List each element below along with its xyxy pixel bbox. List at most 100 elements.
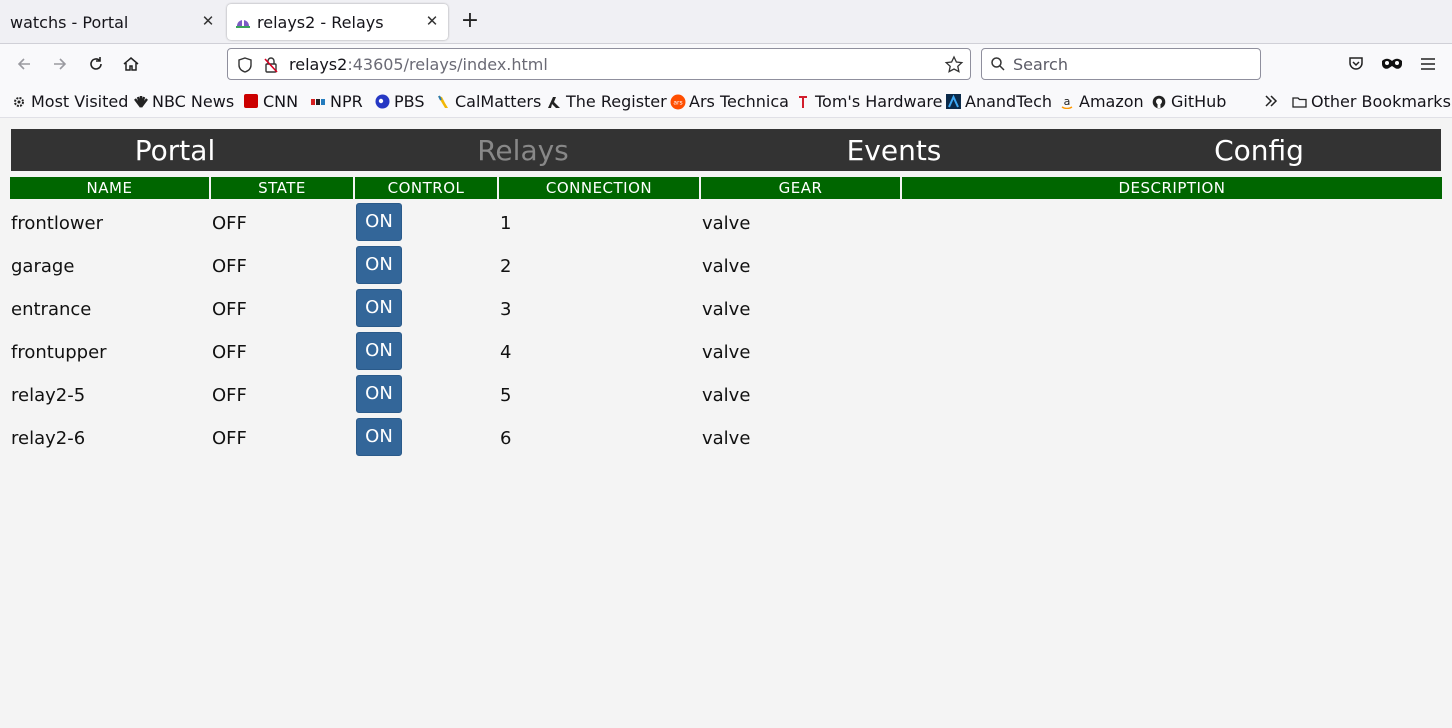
tab-strip: watchs - Portal ✕ relays2 - Relays ✕ + [0, 0, 1452, 44]
bookmark-most-visited[interactable]: Most Visited [12, 91, 129, 111]
bookmark-the-register[interactable]: The Register [547, 91, 667, 111]
relay-connection: 4 [500, 342, 512, 363]
bookmarks-overflow-chevron-icon[interactable] [1263, 92, 1279, 110]
pbs-icon [375, 94, 390, 109]
github-icon [1152, 94, 1166, 109]
table-row: relay2-6 OFF ON 6 valve [0, 417, 1452, 460]
relay-on-button[interactable]: ON [356, 418, 402, 456]
column-header-state: STATE [211, 177, 353, 199]
tab-watchs-portal[interactable]: watchs - Portal ✕ [0, 4, 224, 40]
bookmark-toms-hardware[interactable]: Tom's Hardware [796, 91, 943, 111]
relay-gear: valve [702, 299, 751, 320]
relay-name: relay2-5 [11, 385, 86, 406]
npr-icon [311, 94, 325, 108]
bookmark-label: Ars Technica [689, 91, 789, 111]
forward-icon[interactable] [48, 52, 72, 76]
relay-on-button[interactable]: ON [356, 289, 402, 327]
table-row: frontupper OFF ON 4 valve [0, 331, 1452, 374]
relay-gear: valve [702, 385, 751, 406]
column-header-gear: GEAR [701, 177, 900, 199]
gear-icon [12, 94, 26, 108]
table-row: frontlower OFF ON 1 valve [0, 202, 1452, 245]
bookmark-nbc-news[interactable]: NBC News [133, 91, 235, 111]
bookmark-label: CNN [263, 91, 299, 111]
nav-link-portal[interactable]: Portal [135, 134, 215, 167]
relay-state: OFF [212, 213, 247, 234]
bookmark-ars-technica[interactable]: ars Ars Technica [670, 91, 789, 111]
search-placeholder: Search [1013, 55, 1068, 74]
search-bar[interactable]: Search [981, 48, 1261, 80]
table-row: garage OFF ON 2 valve [0, 245, 1452, 288]
register-icon [547, 94, 561, 108]
column-header-description: DESCRIPTION [902, 177, 1442, 199]
tab-title: watchs - Portal [10, 12, 129, 32]
bookmark-label: Amazon [1079, 91, 1144, 111]
back-icon[interactable] [12, 52, 36, 76]
calmatters-icon [436, 94, 450, 108]
bookmark-label: The Register [566, 91, 667, 111]
url-bar[interactable]: relays2:43605/relays/index.html [227, 48, 971, 80]
svg-text:ars: ars [673, 100, 682, 107]
close-tab-icon[interactable]: ✕ [200, 13, 216, 29]
relay-on-button[interactable]: ON [356, 375, 402, 413]
url-host: relays2 [289, 55, 348, 74]
column-header-name: NAME [10, 177, 209, 199]
toms-icon [796, 94, 810, 108]
bookmark-label: PBS [394, 91, 425, 111]
reload-icon[interactable] [84, 52, 108, 76]
relay-favicon-icon [236, 19, 250, 28]
menu-hamburger-icon[interactable] [1416, 52, 1440, 76]
bookmark-label: Tom's Hardware [815, 91, 943, 111]
relay-state: OFF [212, 428, 247, 449]
bookmark-star-icon[interactable] [944, 55, 964, 75]
tab-relays2[interactable]: relays2 - Relays ✕ [227, 4, 448, 40]
nbc-peacock-icon [133, 94, 148, 108]
bookmark-pbs[interactable]: PBS [375, 91, 425, 111]
bookmarks-toolbar: Most Visited NBC News CNN NPR PBS CalMat… [0, 84, 1452, 118]
bookmark-amazon[interactable]: a Amazon [1060, 91, 1144, 111]
search-icon [991, 57, 1005, 71]
bookmark-label: Most Visited [31, 91, 129, 111]
shield-icon[interactable] [236, 56, 254, 74]
nav-link-events[interactable]: Events [847, 134, 942, 167]
bookmark-calmatters[interactable]: CalMatters [436, 92, 541, 111]
bookmark-npr[interactable]: NPR [311, 91, 363, 111]
relay-gear: valve [702, 213, 751, 234]
bookmark-anandtech[interactable]: AnandTech [946, 91, 1053, 111]
column-header-connection: CONNECTION [499, 177, 699, 199]
url-text[interactable]: relays2:43605/relays/index.html [289, 55, 548, 74]
bookmark-github[interactable]: GitHub [1152, 92, 1226, 111]
new-tab-button[interactable]: + [458, 10, 482, 34]
bookmark-label: NBC News [152, 91, 235, 111]
relay-on-button[interactable]: ON [356, 332, 402, 370]
relay-name: frontupper [11, 342, 107, 363]
svg-text:a: a [1064, 95, 1071, 108]
insecure-lock-icon[interactable] [262, 56, 280, 74]
folder-icon [1292, 94, 1307, 108]
ars-icon: ars [670, 94, 686, 110]
site-nav: Portal Relays Events Config [11, 129, 1441, 171]
relay-on-button[interactable]: ON [356, 246, 402, 284]
pocket-icon[interactable] [1344, 52, 1368, 76]
other-bookmarks-label: Other Bookmarks [1311, 91, 1451, 111]
relay-state: OFF [212, 342, 247, 363]
relay-state: OFF [212, 299, 247, 320]
nav-link-config[interactable]: Config [1214, 134, 1304, 167]
relay-state: OFF [212, 385, 247, 406]
relay-gear: valve [702, 256, 751, 277]
home-icon[interactable] [119, 52, 143, 76]
relay-gear: valve [702, 428, 751, 449]
close-tab-icon[interactable]: ✕ [424, 13, 440, 29]
bookmark-label: NPR [330, 91, 363, 111]
private-mask-icon[interactable] [1380, 52, 1404, 76]
relay-on-button[interactable]: ON [356, 203, 402, 241]
bookmark-cnn[interactable]: CNN [244, 91, 299, 111]
relay-name: entrance [11, 299, 92, 320]
other-bookmarks[interactable]: Other Bookmarks [1292, 91, 1451, 111]
bookmark-label: AnandTech [965, 91, 1053, 111]
url-path: :43605/relays/index.html [347, 55, 548, 74]
relay-state: OFF [212, 256, 247, 277]
relay-connection: 5 [500, 385, 512, 406]
table-row: relay2-5 OFF ON 5 valve [0, 374, 1452, 417]
nav-link-relays[interactable]: Relays [477, 134, 569, 167]
